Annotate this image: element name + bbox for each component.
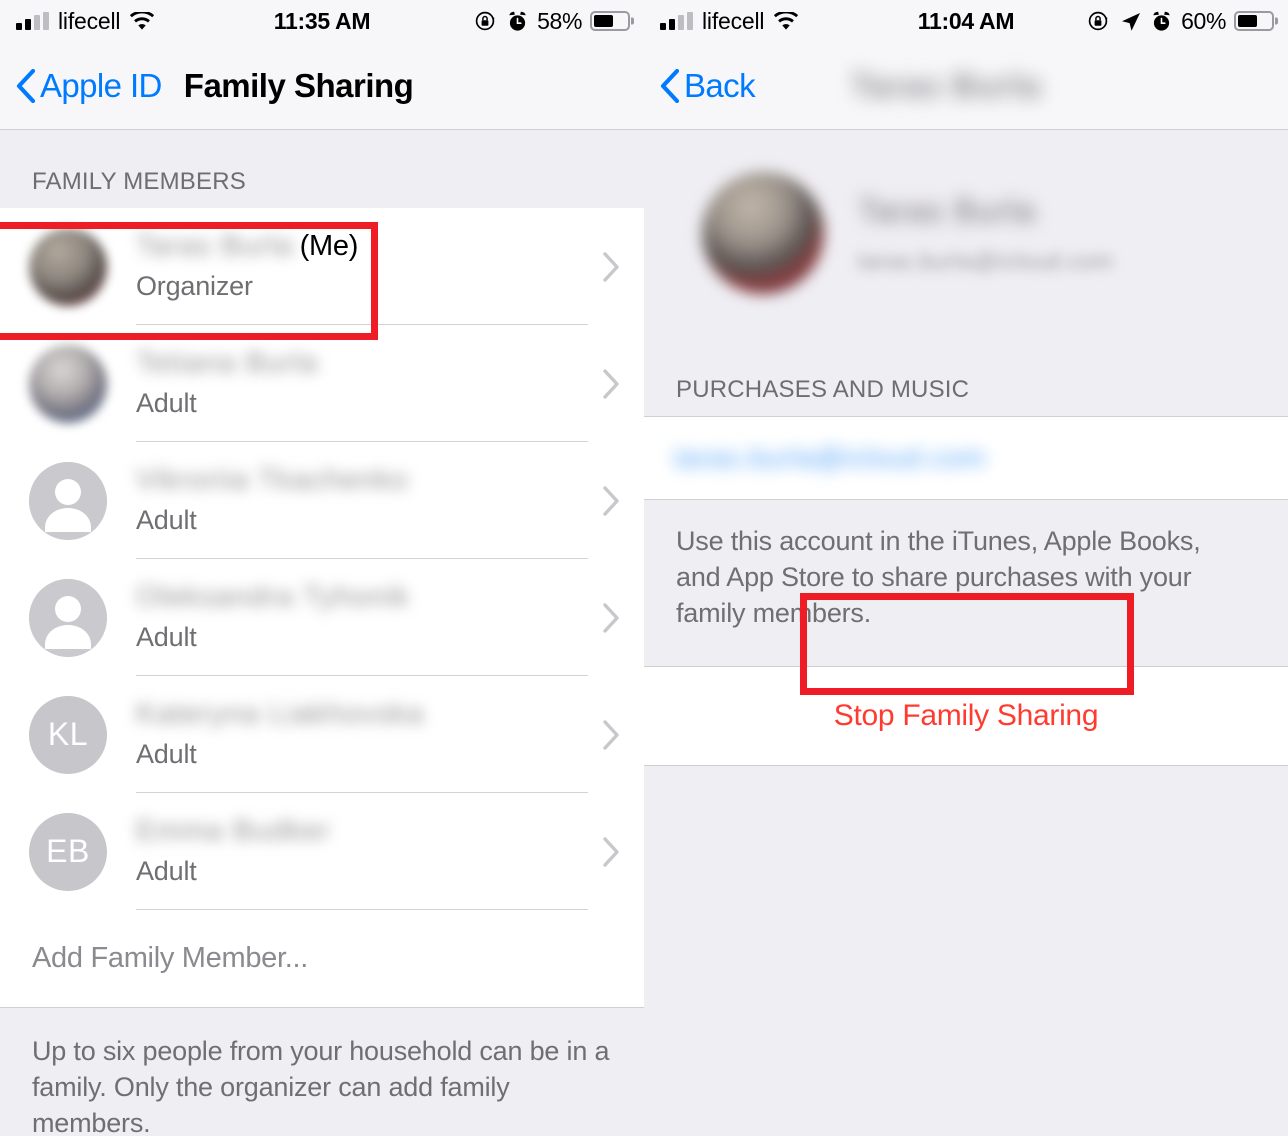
section-header-family-members: FAMILY MEMBERS xyxy=(32,168,246,195)
page-title: Family Sharing xyxy=(183,66,414,104)
chevron-right-icon xyxy=(603,485,619,516)
member-name-redacted: Kateryna Liakhovska xyxy=(136,698,425,730)
rotation-lock-icon xyxy=(475,11,495,31)
member-name-line: Taras Burla (Me) xyxy=(136,230,588,263)
member-name-redacted: Vikroriia Tkachenko xyxy=(136,464,409,496)
member-name-line: Tetiana Burla xyxy=(136,347,588,380)
signal-bars-icon xyxy=(16,12,49,30)
avatar-wrap: KL xyxy=(0,695,136,774)
family-sharing-footer-note: Up to six people from your household can… xyxy=(32,1036,610,1136)
chevron-right-icon xyxy=(603,836,619,867)
back-button[interactable]: Back xyxy=(660,66,756,105)
account-email-row[interactable]: taras.burla@icloud.com xyxy=(644,416,1288,500)
table-row[interactable]: KL Kateryna Liakhovska Adult xyxy=(0,676,644,793)
row-body: Oleksandra Tyhonik Adult xyxy=(136,559,588,676)
left-phone-screen: lifecell 11:35 AM 58% Apple ID Family Sh… xyxy=(0,0,644,1136)
wifi-icon xyxy=(130,11,155,30)
purchases-description: Use this account in the iTunes, Apple Bo… xyxy=(644,500,1288,666)
profile-name-redacted: Taras Burla xyxy=(858,191,1036,229)
avatar-wrap xyxy=(0,344,136,423)
member-name-line: Vikroriia Tkachenko xyxy=(136,464,588,497)
stop-family-sharing-button[interactable]: Stop Family Sharing xyxy=(644,665,1288,766)
member-name-redacted: Oleksandra Tyhonik xyxy=(136,581,410,613)
member-name-redacted: Emma Budker xyxy=(136,815,331,847)
avatar-wrap xyxy=(0,227,136,306)
row-body: Vikroriia Tkachenko Adult xyxy=(136,442,588,559)
back-button-apple-id[interactable]: Apple ID xyxy=(16,67,162,105)
table-row[interactable]: EB Emma Budker Adult xyxy=(0,793,644,910)
row-body: Emma Budker Adult xyxy=(136,793,588,910)
section-header-purchases-and-music: PURCHASES AND MUSIC xyxy=(676,376,970,403)
status-bar-right-group: 60% xyxy=(1087,8,1274,35)
member-role: Adult xyxy=(136,856,197,886)
status-bar-right: lifecell 11:04 AM 60% xyxy=(644,0,1288,42)
avatar-initials: KL xyxy=(29,695,107,774)
location-arrow-icon xyxy=(1122,12,1141,31)
member-profile-header: Taras Burla taras.burla@icloud.com xyxy=(644,130,1288,338)
alarm-icon xyxy=(1153,11,1170,31)
signal-bars-icon xyxy=(660,12,693,30)
member-name-line: Kateryna Liakhovska xyxy=(136,698,588,731)
family-members-list: Taras Burla (Me) Organizer Tetiana Burla xyxy=(0,208,644,910)
person-placeholder-icon xyxy=(29,461,107,540)
status-bar-left-group: lifecell xyxy=(660,8,799,35)
avatar xyxy=(29,461,107,540)
nav-bar-right: Back Taras Burla xyxy=(644,42,1288,130)
avatar-wrap: EB xyxy=(0,812,136,891)
member-role: Adult xyxy=(136,388,197,418)
chevron-left-icon xyxy=(16,68,36,103)
carrier-label: lifecell xyxy=(702,7,765,34)
member-name-redacted: Taras Burla xyxy=(136,230,294,262)
chevron-right-icon xyxy=(603,719,619,750)
nav-bar-left: Apple ID Family Sharing xyxy=(0,42,644,130)
wifi-icon xyxy=(774,11,799,30)
row-body: Taras Burla (Me) Organizer xyxy=(136,208,588,325)
avatar-wrap xyxy=(0,578,136,657)
avatar-wrap xyxy=(0,461,136,540)
account-email-redacted: taras.burla@icloud.com xyxy=(674,442,987,473)
row-body: Kateryna Liakhovska Adult xyxy=(136,676,588,793)
dual-screenshot-container: lifecell 11:35 AM 58% Apple ID Family Sh… xyxy=(0,0,1288,1136)
chevron-right-icon xyxy=(603,602,619,633)
profile-text: Taras Burla taras.burla@icloud.com xyxy=(858,192,1113,275)
member-name-line: Emma Budker xyxy=(136,815,588,848)
rotation-lock-icon xyxy=(1088,11,1108,31)
profile-email-redacted: taras.burla@icloud.com xyxy=(858,247,1114,274)
table-row[interactable]: Oleksandra Tyhonik Adult xyxy=(0,559,644,676)
member-name-redacted: Tetiana Burla xyxy=(136,347,319,379)
battery-percent-label: 60% xyxy=(1181,7,1226,34)
member-name-line: Oleksandra Tyhonik xyxy=(136,581,588,614)
chevron-right-icon xyxy=(603,368,619,399)
person-placeholder-icon xyxy=(29,578,107,657)
carrier-label: lifecell xyxy=(58,7,121,34)
member-role: Adult xyxy=(136,505,197,535)
avatar xyxy=(29,227,107,306)
add-family-member-button[interactable]: Add Family Member... xyxy=(0,910,644,1008)
chevron-right-icon xyxy=(603,251,619,282)
row-body: Tetiana Burla Adult xyxy=(136,325,588,442)
me-label: (Me) xyxy=(299,230,359,262)
chevron-left-icon xyxy=(660,68,680,103)
table-row[interactable]: Vikroriia Tkachenko Adult xyxy=(0,442,644,559)
table-row[interactable]: Tetiana Burla Adult xyxy=(0,325,644,442)
battery-icon xyxy=(590,11,630,31)
status-bar-right-group: 58% xyxy=(474,8,630,35)
member-role: Adult xyxy=(136,622,197,652)
back-button-label: Apple ID xyxy=(40,66,162,104)
back-button-label: Back xyxy=(684,66,756,104)
avatar-initials: EB xyxy=(29,812,107,891)
member-role: Adult xyxy=(136,739,197,769)
right-phone-screen: lifecell 11:04 AM 60% Back Taras Burla T… xyxy=(644,0,1288,1136)
table-row[interactable]: Taras Burla (Me) Organizer xyxy=(0,208,644,325)
battery-icon xyxy=(1234,11,1274,31)
avatar xyxy=(702,172,824,294)
avatar xyxy=(29,344,107,423)
member-role: Organizer xyxy=(136,271,253,301)
battery-percent-label: 58% xyxy=(537,7,582,34)
status-bar-left-group: lifecell xyxy=(16,8,155,35)
page-title-redacted: Taras Burla xyxy=(850,66,1042,104)
avatar xyxy=(29,578,107,657)
alarm-icon xyxy=(509,11,526,31)
status-bar-left: lifecell 11:35 AM 58% xyxy=(0,0,644,42)
